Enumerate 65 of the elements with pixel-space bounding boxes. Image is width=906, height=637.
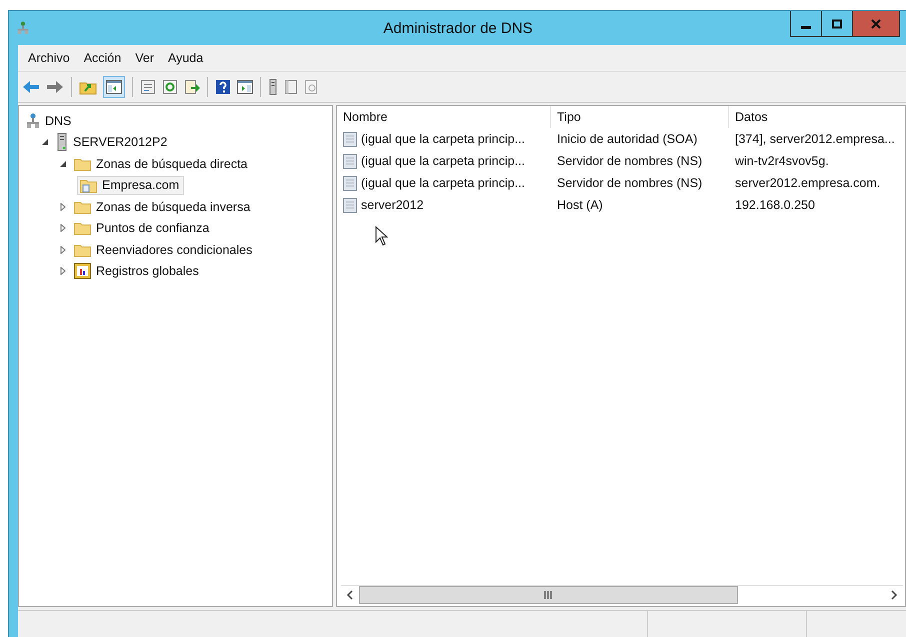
- menu-item[interactable]: Acción: [78, 49, 128, 67]
- expand-arrow-icon[interactable]: [59, 202, 67, 211]
- server-icon: [56, 133, 68, 152]
- collapse-arrow-icon[interactable]: [59, 160, 67, 168]
- table-cell-text: Host (A): [556, 198, 604, 212]
- folder-icon: [74, 242, 91, 257]
- server-icon[interactable]: [268, 79, 278, 95]
- tree-item[interactable]: Registros globales: [71, 261, 204, 282]
- horizontal-scrollbar[interactable]: [341, 585, 903, 604]
- table-cell: (igual que la carpeta princip...: [361, 154, 525, 168]
- column-header[interactable]: Nombre: [337, 106, 551, 128]
- menu-item[interactable]: Archivo: [22, 49, 76, 67]
- maximize-icon: [832, 18, 842, 28]
- record-icon: [343, 198, 357, 212]
- table-cell: server2012: [361, 198, 424, 212]
- table-cell: (igual que la carpeta princip...: [361, 132, 525, 146]
- expand-arrow-icon[interactable]: [59, 246, 67, 254]
- action-pane-icon[interactable]: [237, 80, 253, 94]
- scroll-thumb[interactable]: [359, 586, 738, 604]
- mouse-pointer-icon: [375, 226, 388, 246]
- refresh-icon[interactable]: [162, 79, 178, 95]
- show-tree-button[interactable]: [103, 76, 125, 98]
- dns-icon: [17, 20, 29, 36]
- table-cell-text: Inicio de autoridad (SOA): [556, 132, 698, 146]
- record-icon: [343, 176, 357, 190]
- forward-arrow-icon[interactable]: [46, 79, 64, 95]
- expand-arrow-icon[interactable]: [59, 267, 67, 276]
- column-header[interactable]: Tipo: [551, 106, 729, 128]
- tree-item[interactable]: DNS: [23, 110, 76, 131]
- table-cell-text: 192.168.0.250: [734, 198, 816, 212]
- folder-icon: [74, 200, 91, 214]
- table-cell-text: server2012.empresa.com.: [734, 176, 882, 190]
- folder-icon: [74, 156, 91, 171]
- record-icon: [343, 154, 357, 168]
- table-cell: (igual que la carpeta princip...: [361, 176, 525, 190]
- tree-item[interactable]: SERVER2012P2: [53, 131, 172, 154]
- window-title: Administrador de DNS: [382, 20, 534, 36]
- collapse-arrow-icon[interactable]: [41, 138, 49, 146]
- menu-item[interactable]: Ver: [129, 49, 160, 67]
- back-arrow-icon[interactable]: [22, 79, 40, 95]
- close-button[interactable]: [852, 11, 900, 37]
- table-cell-text: win-tv2r4svov5g.: [734, 154, 830, 168]
- minimize-button[interactable]: [790, 11, 822, 37]
- tree-item[interactable]: Empresa.com: [77, 176, 184, 195]
- record-icon[interactable]: [284, 79, 298, 95]
- table-cell-text: Servidor de nombres (NS): [556, 154, 704, 168]
- record-icon: [343, 132, 357, 146]
- help-icon[interactable]: [215, 79, 231, 95]
- table-cell-text: Servidor de nombres (NS): [556, 176, 704, 190]
- minimize-icon: [801, 26, 811, 28]
- column-header[interactable]: Datos: [729, 106, 905, 128]
- dns-icon: [26, 112, 40, 129]
- properties-icon[interactable]: [140, 79, 156, 95]
- close-icon: [871, 18, 881, 28]
- folder-icon: [74, 221, 91, 236]
- global-records-icon: [74, 263, 91, 280]
- tree-item[interactable]: Zonas de búsqueda directa: [71, 154, 252, 173]
- tree-item[interactable]: Zonas de búsqueda inversa: [71, 198, 256, 216]
- expand-arrow-icon[interactable]: [59, 224, 67, 232]
- zone-folder-icon: [80, 178, 97, 193]
- menu-item[interactable]: Ayuda: [162, 49, 210, 67]
- tree-item[interactable]: Reenviadores condicionales: [71, 240, 258, 259]
- tree-item[interactable]: Puntos de confianza: [71, 219, 214, 238]
- export-list-icon[interactable]: [184, 79, 200, 95]
- table-cell-text: [374], server2012.empresa...: [734, 132, 896, 146]
